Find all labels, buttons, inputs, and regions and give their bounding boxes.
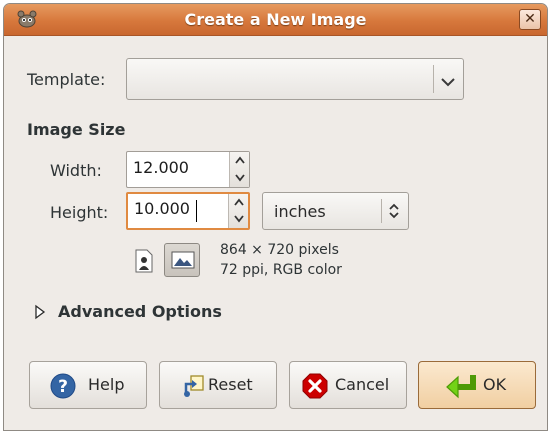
ok-label: OK [483, 375, 507, 394]
image-size-heading: Image Size [27, 120, 126, 139]
template-combo[interactable] [126, 58, 464, 100]
cancel-button[interactable]: Cancel [289, 361, 407, 409]
cancel-icon [302, 373, 328, 403]
chevron-down-icon [440, 73, 456, 92]
cancel-label: Cancel [335, 375, 390, 394]
portrait-orientation-button[interactable] [133, 248, 155, 274]
ok-button[interactable]: OK [418, 361, 536, 409]
resolution-info: 72 ppi, RGB color [220, 262, 342, 278]
height-spin-buttons [228, 194, 248, 228]
svg-text:?: ? [58, 377, 68, 397]
width-input[interactable]: 12.000 [133, 158, 189, 177]
width-label: Width: [50, 161, 102, 180]
chevron-up-icon [234, 198, 244, 206]
height-increment-button[interactable] [229, 194, 248, 211]
chevron-down-icon [234, 215, 244, 223]
advanced-options-label: Advanced Options [58, 302, 222, 321]
create-image-dialog: Create a New Image ✕ Template: Image Siz… [3, 3, 548, 431]
pixel-size-info: 864 × 720 pixels [220, 242, 339, 258]
width-increment-button[interactable] [230, 152, 249, 170]
text-cursor [196, 200, 197, 222]
reset-button[interactable]: Reset [159, 361, 277, 409]
portrait-icon [135, 249, 153, 273]
width-spin-buttons [229, 152, 249, 187]
updown-arrows-icon [387, 202, 401, 224]
unit-value: inches [274, 202, 326, 221]
advanced-options-expander[interactable]: Advanced Options [34, 301, 264, 325]
close-icon: ✕ [524, 11, 536, 27]
template-label: Template: [27, 70, 106, 89]
chevron-down-icon [235, 173, 245, 181]
title-bar[interactable]: Create a New Image ✕ [4, 4, 547, 36]
height-input[interactable]: 10.000 [134, 199, 190, 218]
reset-label: Reset [208, 375, 253, 394]
reset-icon [182, 374, 206, 402]
ok-return-icon [445, 373, 477, 403]
height-decrement-button[interactable] [229, 211, 248, 228]
height-spinbutton[interactable]: 10.000 [126, 192, 250, 230]
height-label: Height: [50, 203, 109, 222]
unit-selector[interactable]: inches [262, 192, 409, 230]
help-icon: ? [50, 373, 76, 403]
close-button[interactable]: ✕ [519, 9, 541, 30]
help-label: Help [88, 375, 125, 394]
landscape-orientation-button[interactable] [164, 243, 200, 277]
landscape-icon [171, 251, 195, 269]
help-button[interactable]: ? Help [29, 361, 147, 409]
chevron-up-icon [235, 156, 245, 164]
window-title: Create a New Image [184, 10, 367, 29]
width-decrement-button[interactable] [230, 170, 249, 188]
width-spinbutton[interactable]: 12.000 [126, 151, 250, 188]
triangle-right-icon [35, 304, 46, 320]
